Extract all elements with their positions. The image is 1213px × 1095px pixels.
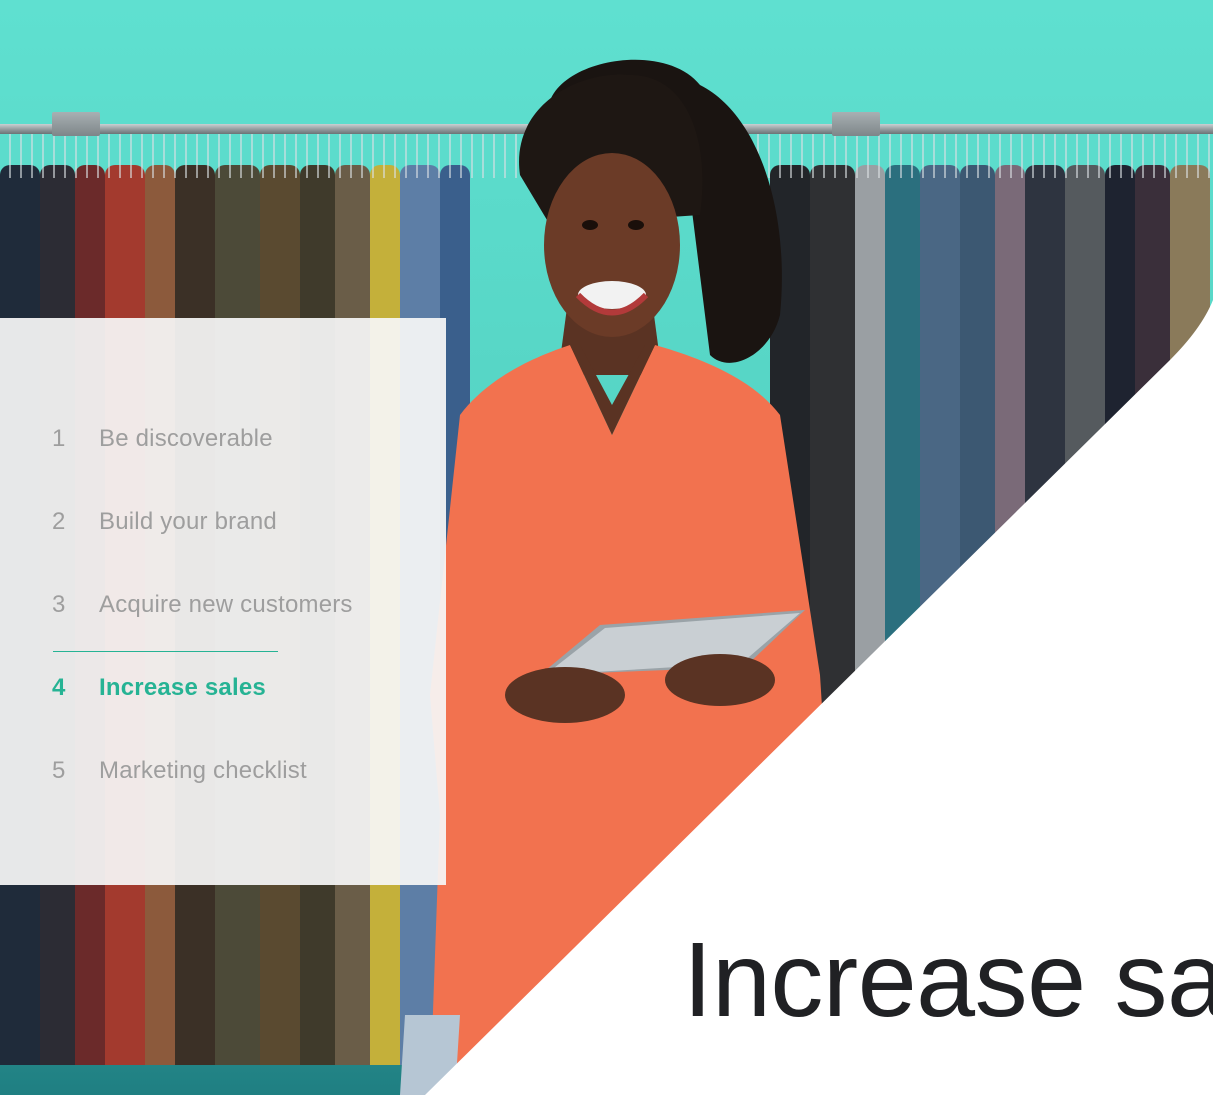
nav-item-label: Be discoverable [99, 425, 273, 452]
nav-item-marketing-checklist[interactable]: 5 Marketing checklist [52, 757, 353, 840]
nav-item-number: 2 [52, 508, 66, 535]
page-title: Increase sa [683, 921, 1213, 1039]
section-nav-list: 1 Be discoverable 2 Build your brand 3 A… [52, 425, 353, 840]
nav-item-number: 3 [52, 591, 66, 618]
page-hero: 1 Be discoverable 2 Build your brand 3 A… [0, 0, 1213, 1095]
nav-item-increase-sales[interactable]: 4 Increase sales [52, 674, 353, 757]
nav-item-label: Acquire new customers [99, 591, 353, 618]
nav-item-number: 4 [52, 674, 66, 701]
active-item-divider [53, 651, 278, 652]
rail-bracket [52, 112, 100, 136]
nav-item-label: Build your brand [99, 508, 277, 535]
nav-item-acquire-new-customers[interactable]: 3 Acquire new customers [52, 591, 353, 674]
nav-item-be-discoverable[interactable]: 1 Be discoverable [52, 425, 353, 508]
nav-item-number: 5 [52, 757, 66, 784]
nav-item-number: 1 [52, 425, 66, 452]
nav-item-build-your-brand[interactable]: 2 Build your brand [52, 508, 353, 591]
nav-item-label: Increase sales [99, 674, 266, 701]
rail-bracket [832, 112, 880, 136]
nav-item-label: Marketing checklist [99, 757, 307, 784]
